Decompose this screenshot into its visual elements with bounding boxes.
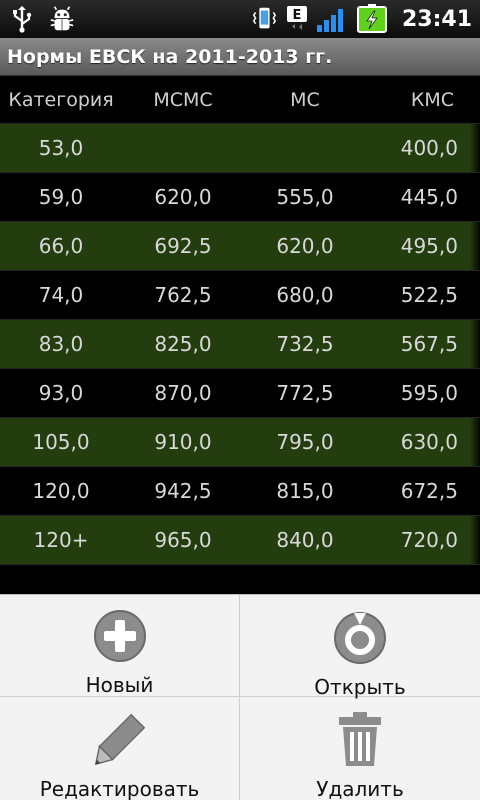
cell-msms: 965,0 [154,528,212,552]
cell-category: 83,0 [38,332,84,356]
cell-ms: 620,0 [276,234,334,258]
cell-kms: 522,5 [400,283,458,307]
cell-category: 59,0 [38,185,84,209]
cell-ms: 815,0 [276,479,334,503]
header-ms: МС [290,88,320,111]
cell-kms: 630,0 [400,430,458,454]
cell-category: 53,0 [38,136,84,160]
cell-ms: 772,5 [276,381,334,405]
table-row[interactable]: 120+ 965,0 840,0 720,0 [0,516,480,565]
table-row[interactable]: 93,0 870,0 772,5 595,0 [0,369,480,418]
cell-category: 74,0 [38,283,84,307]
cell-category: 93,0 [38,381,84,405]
cell-ms: 795,0 [276,430,334,454]
cell-category: 120,0 [32,479,90,503]
menu-open-label: Открыть [314,675,406,699]
table-row[interactable]: 83,0 825,0 732,5 567,5 [0,320,480,369]
cell-ms: 840,0 [276,528,334,552]
cell-kms: 672,5 [400,479,458,503]
title-bar: Нормы ЕВСК на 2011-2013 гг. [0,38,480,76]
cell-msms: 825,0 [154,332,212,356]
cell-msms: 692,5 [154,234,212,258]
status-time: 23:41 [401,6,472,32]
cell-msms: 620,0 [154,185,212,209]
table-row[interactable]: 120,0 942,5 815,0 672,5 [0,467,480,516]
header-msms: МСМС [153,88,213,111]
cell-kms: 720,0 [400,528,458,552]
menu-new-label: Новый [85,673,154,697]
cell-ms: 732,5 [276,332,334,356]
network-e-label: E [293,8,302,23]
menu-edit-label: Редактировать [39,777,200,800]
cell-category: 120+ [33,528,89,552]
cell-category: 66,0 [38,234,84,258]
cell-msms: 762,5 [154,283,212,307]
table-header: Категория МСМС МС КМС [0,76,480,124]
options-menu: Новый Открыть Редактировать Удалить [0,594,480,800]
menu-delete-button[interactable]: Удалить [240,697,480,800]
status-bar: E 23:41 [0,0,480,38]
menu-delete-label: Удалить [316,777,404,800]
table-row[interactable]: 66,0 692,5 620,0 495,0 [0,222,480,271]
trash-icon [332,711,388,767]
cell-kms: 567,5 [400,332,458,356]
cell-ms: 680,0 [276,283,334,307]
cell-msms: 910,0 [154,430,212,454]
table-row[interactable]: 105,0 910,0 795,0 630,0 [0,418,480,467]
cell-msms: 870,0 [154,381,212,405]
cell-category: 105,0 [32,430,90,454]
cell-kms: 445,0 [400,185,458,209]
signal-icon [316,5,348,33]
usb-icon [8,5,36,33]
cell-kms: 495,0 [400,234,458,258]
header-kms: КМС [410,88,454,111]
table-row[interactable]: 53,0 400,0 [0,124,480,173]
vibrate-phone-icon [250,5,278,33]
cell-kms: 595,0 [400,381,458,405]
table-row[interactable]: 74,0 762,5 680,0 522,5 [0,271,480,320]
edit-pencil-icon [92,711,148,767]
debug-bug-icon [48,5,76,33]
battery-charging-icon [356,4,390,33]
cell-kms: 400,0 [400,136,458,160]
open-icon [332,609,388,665]
add-icon [92,609,148,663]
menu-new-button[interactable]: Новый [0,595,240,697]
cell-msms: 942,5 [154,479,212,503]
menu-open-button[interactable]: Открыть [240,595,480,699]
menu-edit-button[interactable]: Редактировать [0,697,240,800]
page-title: Нормы ЕВСК на 2011-2013 гг. [7,45,333,68]
norms-table: Категория МСМС МС КМС 53,0 400,0 59,0 62… [0,76,480,565]
cell-ms: 555,0 [276,185,334,209]
header-category: Категория [8,88,114,111]
table-row[interactable]: 59,0 620,0 555,0 445,0 [0,173,480,222]
network-e-icon: E [286,5,308,33]
